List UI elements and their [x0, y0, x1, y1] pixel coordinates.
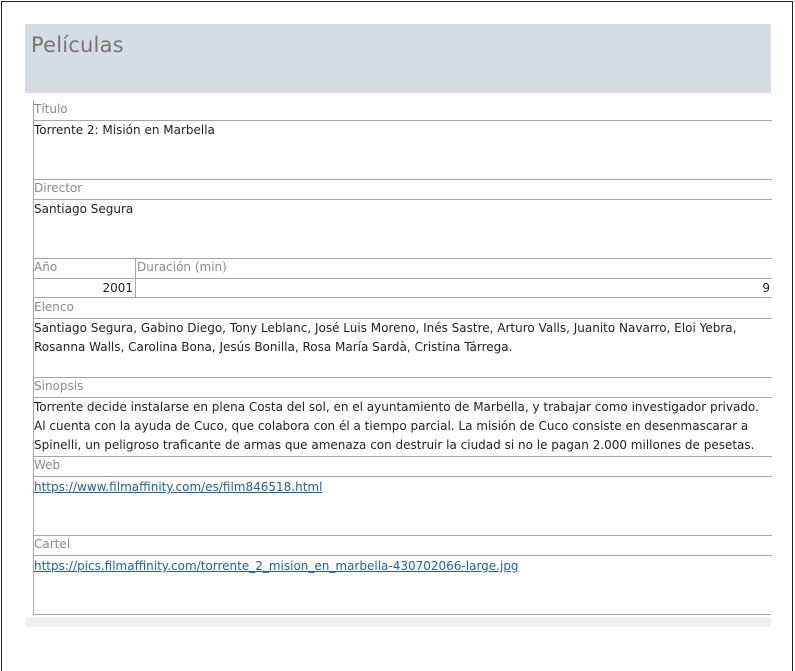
divider: [34, 456, 772, 457]
divider: [34, 535, 772, 536]
field-elenco[interactable]: Santiago Segura, Gabino Diego, Tony Lebl…: [34, 319, 770, 377]
label-anio: Año: [34, 260, 58, 274]
label-duracion: Duración (min): [137, 260, 227, 274]
label-sinopsis: Sinopsis: [34, 379, 84, 393]
label-web: Web: [34, 458, 61, 472]
divider: [34, 377, 772, 378]
field-sinopsis[interactable]: Torrente decide instalarse en plena Cost…: [34, 398, 770, 456]
divider: [34, 555, 772, 556]
divider: [34, 297, 772, 298]
divider: [34, 476, 772, 477]
field-titulo[interactable]: Torrente 2: Misión en Marbella: [34, 121, 770, 179]
form-footer: [25, 617, 771, 627]
form-window: Películas Título Torrente 2: Misión en M…: [0, 0, 795, 671]
field-director[interactable]: Santiago Segura: [34, 200, 770, 258]
form-header: Películas: [25, 24, 771, 93]
divider: [34, 258, 772, 259]
label-cartel: Cartel: [34, 537, 71, 551]
divider: [34, 179, 772, 180]
field-duracion[interactable]: 9: [137, 279, 770, 297]
page-title: Películas: [31, 33, 124, 57]
record-form: Título Torrente 2: Misión en Marbella Di…: [33, 100, 772, 615]
label-elenco: Elenco: [34, 300, 74, 314]
field-web-link[interactable]: https://www.filmaffinity.com/es/film8465…: [34, 478, 322, 497]
label-director: Director: [34, 181, 83, 195]
label-titulo: Título: [34, 102, 68, 116]
field-anio[interactable]: 2001: [34, 279, 133, 297]
field-cartel-link[interactable]: https://pics.filmaffinity.com/torrente_2…: [34, 557, 519, 576]
